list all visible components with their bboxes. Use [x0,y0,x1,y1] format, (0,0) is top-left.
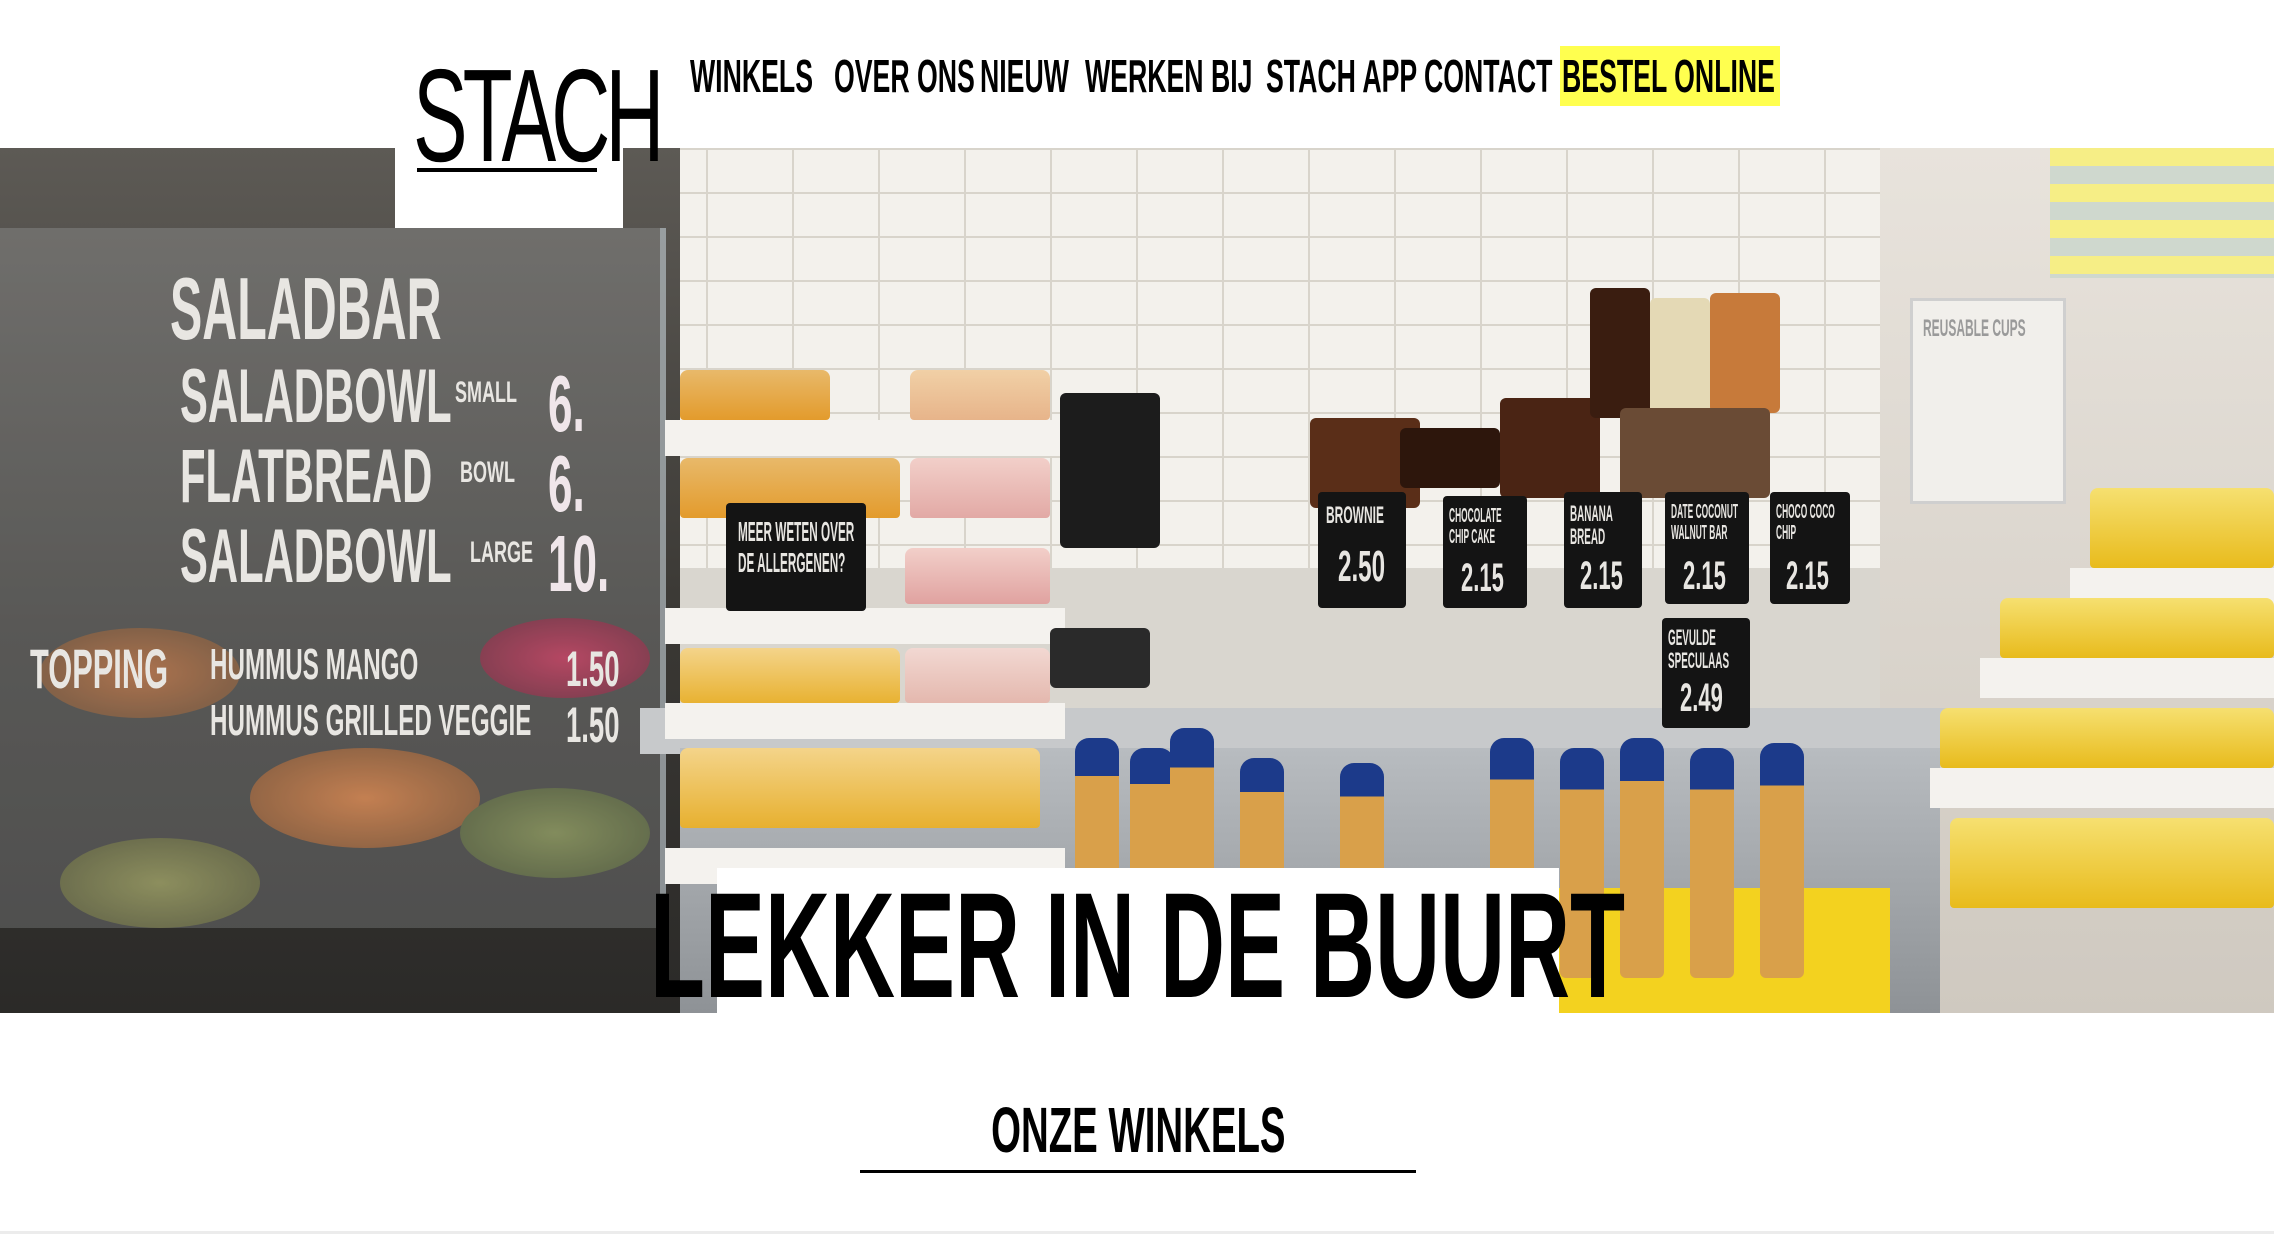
nav-contact[interactable]: CONTACT [1424,49,1552,103]
price-sign: DATE COCONUT WALNUT BAR 2.15 [1665,492,1749,604]
nav-werken-bij[interactable]: WERKEN BIJ [1085,49,1253,103]
menu-size: BOWL [460,456,515,489]
allergen-sign-text: MEER WETEN OVER DE ALLERGENEN? [738,516,855,578]
cake [1710,293,1780,413]
price-sign-price: 2.15 [1461,556,1504,600]
price-sign-price: 2.15 [1786,554,1829,598]
juice-shelf [1980,658,2274,698]
cake [1620,408,1770,498]
bottle [1620,738,1664,978]
bottle [1760,743,1804,978]
nav-over-ons[interactable]: OVER ONS [834,49,975,103]
price-sign-name: CHOCOLATE CHIP CAKE [1449,505,1502,548]
juice-jars [905,548,1050,604]
price-sign: GEVULDE SPECULAAS 2.49 [1662,618,1750,728]
menu-topping-price: 1.50 [566,641,620,697]
bottle [1690,748,1734,978]
juice-shelf [1930,768,2274,808]
price-sign-price: 2.15 [1580,554,1623,598]
price-sign: BROWNIE 2.50 [1318,492,1406,608]
section-title: ONZE WINKELS [860,1094,1416,1166]
juice-jars [2090,488,2274,568]
juice-jars [905,648,1050,703]
nav-nieuw[interactable]: NIEUW [980,49,1069,103]
juice-jars [910,370,1050,420]
price-sign-name: CHOCO COCO CHIP [1776,501,1835,544]
site-header: WINKELS OVER ONS NIEUW WERKEN BIJ STACH … [0,0,2274,148]
juice-jars [680,648,900,703]
price-sign-price: 2.15 [1683,554,1726,598]
section-title-text: ONZE WINKELS [990,1094,1286,1166]
menu-size: LARGE [470,536,533,569]
cake [1500,398,1600,498]
nav-bestel-online[interactable]: BESTEL ONLINE [1562,49,1775,103]
juice-shelf [665,703,1065,739]
section-title-underline [860,1170,1416,1173]
juice-jars [1950,818,2274,908]
menu-price: 10. [548,519,610,608]
price-sign: CHOCO COCO CHIP 2.15 [1770,492,1850,604]
juice-jars [1940,708,2274,768]
logo-underline [417,168,597,172]
menu-topping: HUMMUS GRILLED VEGGIE [210,696,532,745]
price-sign-name: DATE COCONUT WALNUT BAR [1671,501,1739,544]
price-sign-price: 2.49 [1680,676,1723,720]
hero-caption: LEKKER IN DE BUURT [650,868,1626,1020]
logo-text: STACH [413,42,664,189]
cake [1590,288,1650,418]
juice-jars [680,748,1040,828]
price-sign-price: 2.50 [1338,542,1386,591]
cake [1400,428,1500,488]
juice-jars [2000,598,2274,658]
price-sign-name: GEVULDE SPECULAAS [1668,625,1730,674]
menu-size: SMALL [455,376,517,409]
menu-price: 6. [548,439,585,528]
menu-topping-label: TOPPING [30,637,169,700]
menu-line: SALADBOWL [180,514,452,599]
cash-register-screen [1060,393,1160,548]
payment-terminal [1050,628,1150,688]
price-sign: BANANA BREAD 2.15 [1564,492,1642,608]
menu-topping: HUMMUS MANGO [210,640,419,689]
juice-shelf [665,608,1065,644]
cake [1650,298,1710,418]
allergen-sign: MEER WETEN OVER DE ALLERGENEN? [726,503,866,611]
menu-title: SALADBAR [170,259,442,358]
menu-line: SALADBOWL [180,354,452,439]
juice-jars [680,370,830,420]
price-sign-name: BANANA BREAD [1570,501,1613,550]
menu-topping-price: 1.50 [566,697,620,753]
reusable-cups-sign-text: REUSABLE CUPS [1923,315,2026,342]
reusable-cups-sign: REUSABLE CUPS [1910,298,2066,504]
reusable-cups-stack [2050,148,2274,278]
nav-stach-app[interactable]: STACH APP [1266,49,1417,103]
menu-line: FLATBREAD [180,434,433,519]
price-sign-name: BROWNIE [1326,502,1384,529]
juice-shelf [665,420,1065,456]
nav-winkels[interactable]: WINKELS [690,49,813,103]
price-sign: CHOCOLATE CHIP CAKE 2.15 [1443,496,1527,608]
logo[interactable]: STACH [395,40,664,228]
juice-jars [910,458,1050,518]
hero-caption-text: LEKKER IN DE BUURT [650,861,1626,1029]
menu-price: 6. [548,359,585,448]
